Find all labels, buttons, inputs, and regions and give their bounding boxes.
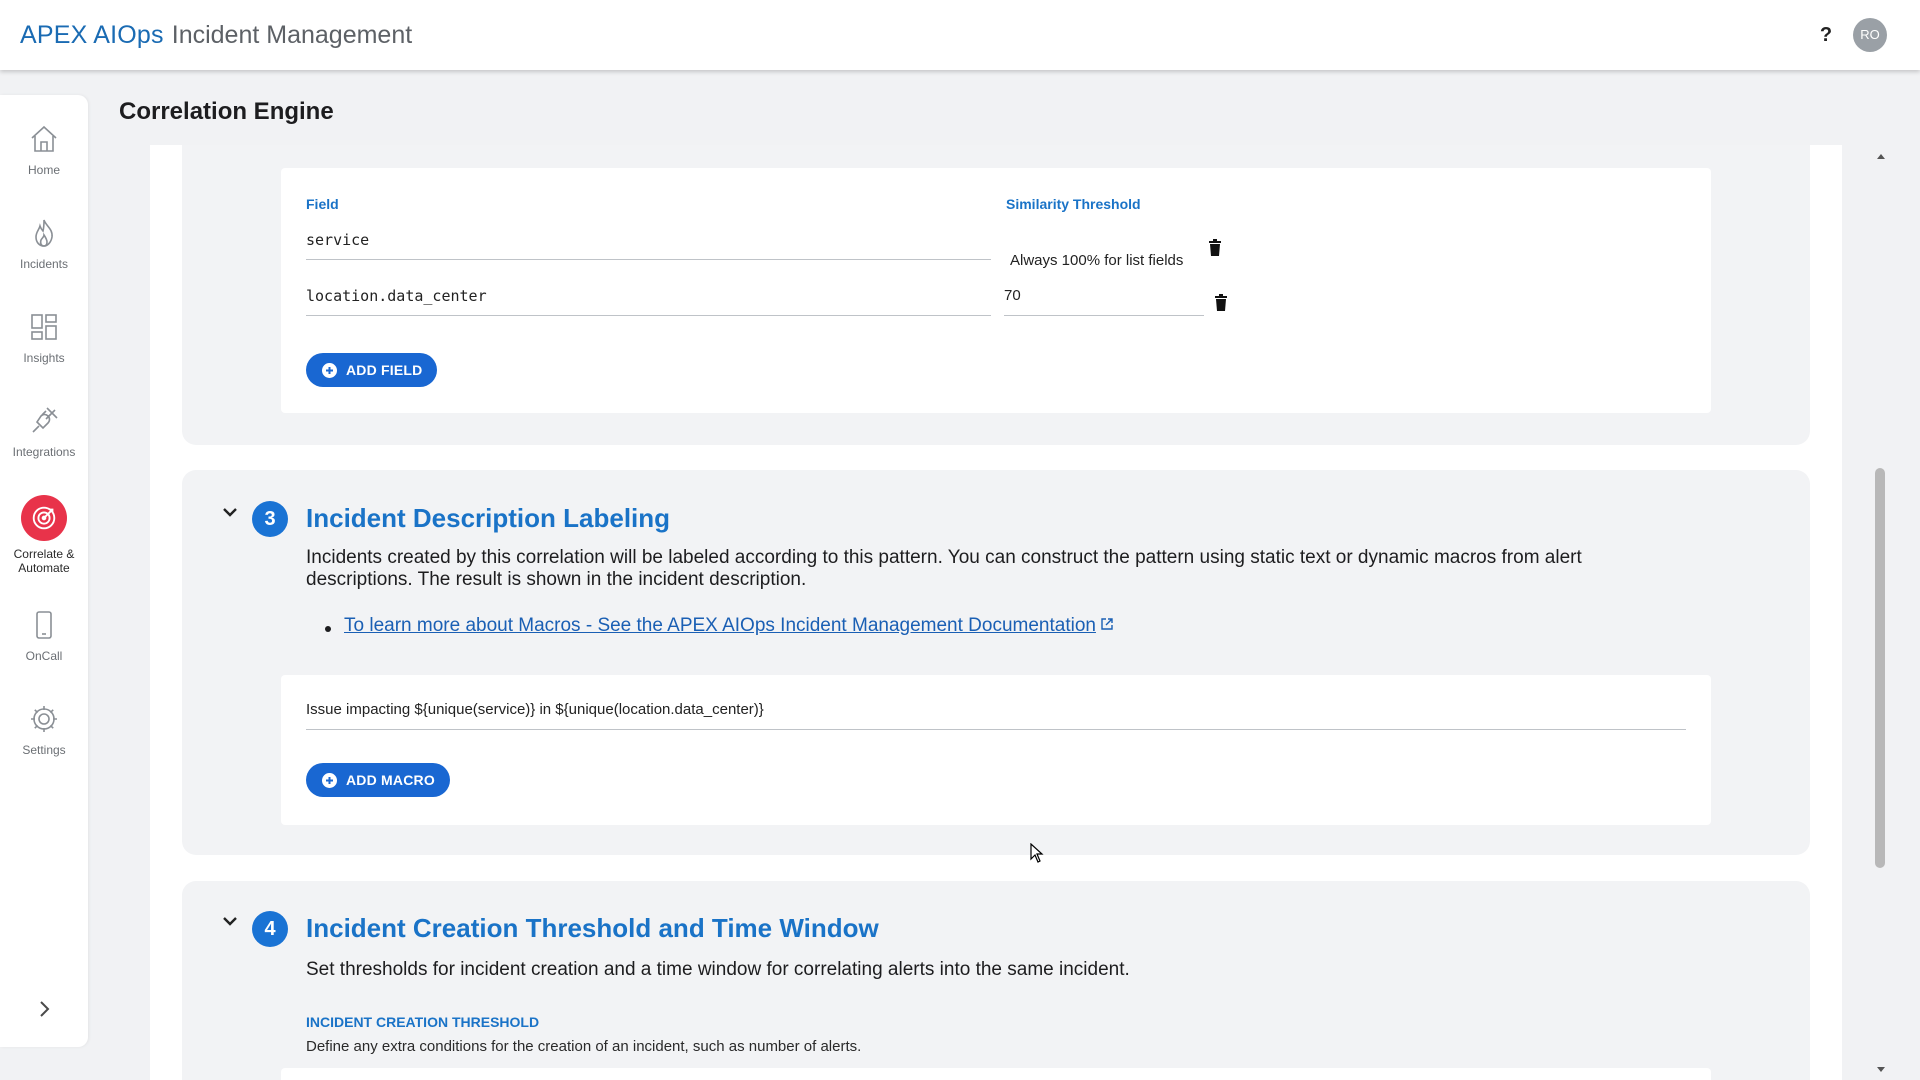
threshold-column-header: Similarity Threshold xyxy=(1006,196,1141,212)
pattern-card: Issue impacting ${unique(service)} in ${… xyxy=(281,675,1711,825)
dashboard-icon xyxy=(28,311,60,343)
add-field-button[interactable]: ADD FIELD xyxy=(306,353,438,387)
chevron-down-icon[interactable] xyxy=(220,911,240,931)
sidebar-item-oncall[interactable]: OnCall xyxy=(0,609,88,695)
sidebar-item-label: Correlate & Automate xyxy=(14,547,75,575)
external-link-icon xyxy=(1100,615,1114,637)
fields-card: Field Similarity Threshold service Alway… xyxy=(281,168,1711,413)
add-circle-icon xyxy=(322,362,337,378)
field-input-location[interactable]: location.data_center xyxy=(306,276,991,316)
sidebar-item-label: Settings xyxy=(22,743,66,757)
add-macro-label: ADD MACRO xyxy=(346,772,435,788)
scroll-up-arrow-icon[interactable] xyxy=(1874,149,1888,163)
field-input-service[interactable]: service xyxy=(306,220,991,260)
threshold-input[interactable]: 70 xyxy=(1004,276,1204,316)
sidebar-item-correlate-automate[interactable]: Correlate & Automate xyxy=(0,495,88,581)
chevron-right-icon[interactable] xyxy=(30,995,58,1023)
trash-icon[interactable] xyxy=(1213,294,1229,312)
sidebar-nav: Home Incidents Insights Integrations Cor… xyxy=(0,95,88,1047)
gear-icon xyxy=(28,703,60,735)
threshold-card xyxy=(281,1068,1711,1080)
brand-name: APEX AIOps xyxy=(20,20,164,49)
plug-icon xyxy=(28,405,60,437)
chevron-down-icon[interactable] xyxy=(220,502,240,522)
sidebar-item-label: OnCall xyxy=(25,649,63,663)
sidebar-item-label: Home xyxy=(27,163,60,177)
section-creation-threshold: 4 Incident Creation Threshold and Time W… xyxy=(182,881,1810,1080)
field-column-header: Field xyxy=(306,196,339,212)
home-icon xyxy=(28,123,60,155)
scrollbar-thumb[interactable] xyxy=(1875,468,1885,868)
section-title: Incident Description Labeling xyxy=(306,503,671,533)
sidebar-item-settings[interactable]: Settings xyxy=(0,703,88,789)
section-description: Set thresholds for incident creation and… xyxy=(306,959,1130,980)
sidebar-item-home[interactable]: Home xyxy=(0,123,88,209)
app-brand[interactable]: APEX AIOps Incident Management xyxy=(20,21,412,50)
creation-threshold-heading: INCIDENT CREATION THRESHOLD xyxy=(306,1014,540,1030)
page-title: Correlation Engine xyxy=(119,98,334,125)
sidebar-item-label-line2: Automate xyxy=(18,561,70,575)
brand-product: Incident Management xyxy=(171,20,413,49)
section-description: Incidents created by this correlation wi… xyxy=(306,547,1582,568)
section-title: Incident Creation Threshold and Time Win… xyxy=(306,913,879,943)
creation-threshold-description: Define any extra conditions for the crea… xyxy=(306,1038,862,1055)
trash-icon[interactable] xyxy=(1207,239,1223,257)
sidebar-item-integrations[interactable]: Integrations xyxy=(0,405,88,491)
phone-icon xyxy=(28,609,60,641)
sidebar-item-label: Incidents xyxy=(19,257,69,271)
target-icon xyxy=(21,495,67,541)
add-macro-button[interactable]: ADD MACRO xyxy=(306,763,450,797)
flame-icon xyxy=(28,217,60,249)
threshold-static-text: Always 100% for list fields xyxy=(1010,252,1184,269)
doc-link-text: To learn more about Macros - See the APE… xyxy=(344,615,1096,636)
sidebar-item-insights[interactable]: Insights xyxy=(0,311,88,397)
add-circle-icon xyxy=(322,772,337,788)
sidebar-item-label: Integrations xyxy=(12,445,76,459)
step-number-badge: 4 xyxy=(252,911,288,947)
list-bullet xyxy=(325,626,331,632)
mouse-cursor-icon xyxy=(1030,842,1044,863)
description-pattern-input[interactable]: Issue impacting ${unique(service)} in ${… xyxy=(306,690,1686,730)
add-field-label: ADD FIELD xyxy=(346,362,423,378)
section-correlation-fields: Field Similarity Threshold service Alway… xyxy=(182,145,1810,445)
sidebar-item-label: Insights xyxy=(23,351,65,365)
macros-documentation-link[interactable]: To learn more about Macros - See the APE… xyxy=(344,615,1114,637)
user-avatar[interactable]: RO xyxy=(1853,18,1887,52)
section-description: descriptions. The result is shown in the… xyxy=(306,569,807,590)
sidebar-item-incidents[interactable]: Incidents xyxy=(0,217,88,303)
scroll-down-arrow-icon[interactable] xyxy=(1874,1063,1888,1077)
help-button[interactable]: ? xyxy=(1812,20,1840,50)
top-bar: APEX AIOps Incident Management ? RO xyxy=(0,0,1920,70)
sidebar-item-label-line1: Correlate & xyxy=(13,547,75,561)
step-number-badge: 3 xyxy=(252,501,288,537)
section-description-labeling: 3 Incident Description Labeling Incident… xyxy=(182,470,1810,855)
